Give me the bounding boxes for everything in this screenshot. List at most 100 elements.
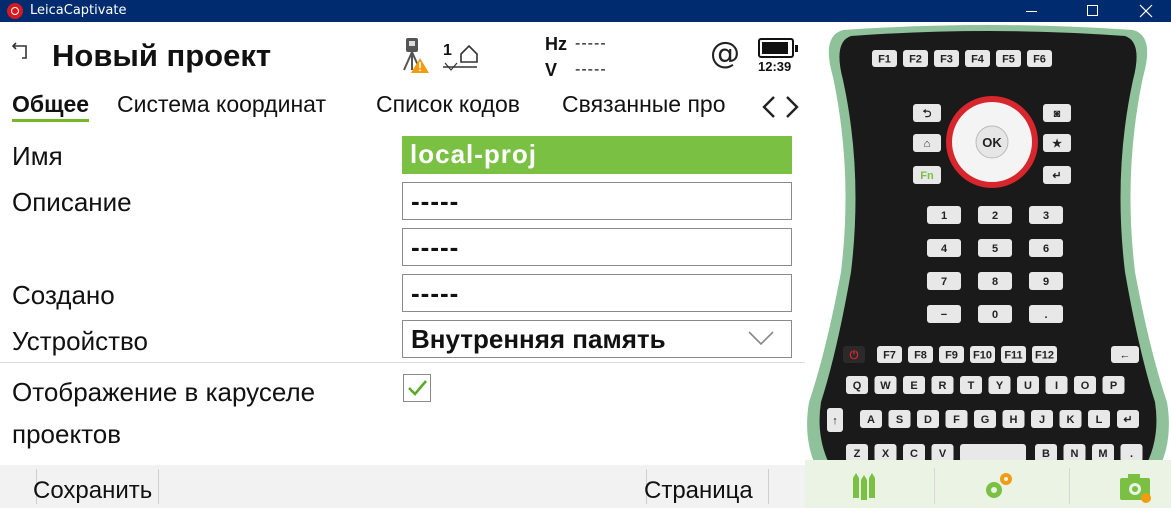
page-button[interactable]: Страница bbox=[644, 465, 753, 508]
hz-label: Hz bbox=[545, 34, 567, 54]
description-field-2[interactable]: ----- bbox=[402, 228, 792, 266]
key-f6[interactable]: F6 bbox=[1027, 50, 1052, 67]
svg-text:8: 8 bbox=[992, 276, 998, 288]
key-f11[interactable]: F11 bbox=[1001, 346, 1026, 363]
key-home[interactable]: ⌂ bbox=[913, 134, 941, 152]
key-f9[interactable]: F9 bbox=[939, 346, 964, 363]
key-camera[interactable]: ◙ bbox=[1043, 104, 1071, 122]
key-num-minus[interactable]: − bbox=[927, 305, 961, 323]
key-power[interactable]: ⏻ bbox=[843, 346, 865, 363]
svg-text:V: V bbox=[939, 448, 947, 460]
key-num-7[interactable]: 7 bbox=[927, 272, 961, 290]
key-w[interactable]: W bbox=[874, 376, 897, 394]
key-f2[interactable]: F2 bbox=[903, 50, 928, 67]
svg-text:↵: ↵ bbox=[1123, 414, 1132, 426]
key-o[interactable]: O bbox=[1074, 376, 1096, 394]
svg-text:I: I bbox=[1055, 380, 1058, 392]
settings-gears-icon[interactable] bbox=[981, 468, 1017, 504]
key-favourite[interactable]: ★ bbox=[1043, 134, 1071, 152]
maximize-button[interactable] bbox=[1070, 0, 1116, 22]
svg-text:O: O bbox=[1081, 380, 1090, 392]
key-f1[interactable]: F1 bbox=[872, 50, 897, 67]
tab-general[interactable]: Общее bbox=[12, 89, 90, 122]
key-r[interactable]: R bbox=[931, 376, 954, 394]
svg-text:A: A bbox=[867, 414, 875, 426]
key-e[interactable]: E bbox=[903, 376, 925, 394]
key-num-9[interactable]: 9 bbox=[1029, 272, 1063, 290]
key-f12[interactable]: F12 bbox=[1032, 346, 1057, 363]
key-l[interactable]: L bbox=[1088, 410, 1110, 428]
key-i[interactable]: I bbox=[1045, 376, 1068, 394]
minimize-button[interactable] bbox=[1009, 0, 1055, 22]
tab-bar: Общее Система координат Список кодов Свя… bbox=[0, 84, 805, 122]
key-num-8[interactable]: 8 bbox=[978, 272, 1012, 290]
key-back[interactable]: ⮌ bbox=[913, 104, 941, 122]
key-d[interactable]: D bbox=[917, 410, 939, 428]
svg-text:⮌: ⮌ bbox=[923, 108, 932, 120]
svg-text:F10: F10 bbox=[973, 350, 992, 362]
key-shift[interactable]: ↑ bbox=[827, 408, 843, 432]
svg-text:M: M bbox=[1098, 448, 1107, 460]
chevron-right-icon[interactable] bbox=[782, 94, 802, 120]
ok-key[interactable]: OK bbox=[982, 135, 1002, 150]
svg-text:N: N bbox=[1071, 448, 1079, 460]
close-button[interactable] bbox=[1123, 0, 1169, 22]
name-field[interactable]: local-proj bbox=[402, 136, 792, 174]
key-f8[interactable]: F8 bbox=[908, 346, 933, 363]
key-u[interactable]: U bbox=[1017, 376, 1039, 394]
pencils-icon[interactable] bbox=[845, 468, 881, 504]
key-letter-enter[interactable]: ↵ bbox=[1117, 410, 1139, 428]
key-num-dot[interactable]: . bbox=[1029, 305, 1063, 323]
description-field-1[interactable]: ----- bbox=[402, 182, 792, 220]
key-j[interactable]: J bbox=[1031, 410, 1053, 428]
svg-text:F9: F9 bbox=[945, 350, 958, 362]
key-enter[interactable]: ↵ bbox=[1043, 166, 1071, 184]
key-q[interactable]: Q bbox=[846, 376, 868, 394]
key-f4[interactable]: F4 bbox=[965, 50, 990, 67]
key-f5[interactable]: F5 bbox=[996, 50, 1021, 67]
key-p[interactable]: P bbox=[1102, 376, 1125, 394]
battery-icon[interactable] bbox=[758, 38, 798, 58]
angle-readout: Hz ----- V ----- bbox=[545, 31, 607, 83]
svg-text:T: T bbox=[968, 380, 975, 392]
connection-status-icon[interactable]: @ bbox=[710, 36, 740, 71]
key-f10[interactable]: F10 bbox=[970, 346, 995, 363]
svg-text:4: 4 bbox=[941, 243, 948, 255]
key-num-4[interactable]: 4 bbox=[927, 239, 961, 257]
key-g[interactable]: G bbox=[974, 410, 996, 428]
carousel-label-line2: проектов bbox=[12, 419, 122, 449]
key-f3[interactable]: F3 bbox=[934, 50, 959, 67]
key-a[interactable]: A bbox=[860, 410, 882, 428]
key-num-3[interactable]: 3 bbox=[1029, 206, 1063, 224]
device-select[interactable]: Внутренняя память bbox=[402, 320, 792, 358]
instrument-warning-icon[interactable] bbox=[398, 36, 430, 74]
key-num-2[interactable]: 2 bbox=[978, 206, 1012, 224]
camera-icon[interactable] bbox=[1117, 468, 1153, 504]
key-backspace[interactable]: ← bbox=[1111, 346, 1139, 363]
save-button[interactable]: Сохранить bbox=[33, 465, 152, 508]
back-icon[interactable] bbox=[10, 38, 34, 62]
tab-code-list[interactable]: Список кодов bbox=[376, 89, 520, 119]
tab-coordinate-system[interactable]: Система координат bbox=[117, 89, 326, 119]
tab-linked[interactable]: Связанные про bbox=[562, 89, 726, 119]
carousel-checkbox[interactable] bbox=[403, 374, 431, 402]
key-s[interactable]: S bbox=[888, 410, 911, 428]
key-f7[interactable]: F7 bbox=[877, 346, 902, 363]
key-k[interactable]: K bbox=[1059, 410, 1082, 428]
project-counter[interactable]: 1 bbox=[443, 42, 479, 72]
clock: 12:39 bbox=[758, 59, 792, 74]
key-t[interactable]: T bbox=[960, 376, 982, 394]
device-keypad: OK F1 F2 F3 F4 F5 F6⮌⌂Fn◙★↵1 2 34 5 67 8 9− 0 .F7 F8 F9… bbox=[807, 25, 1169, 500]
key-num-6[interactable]: 6 bbox=[1029, 239, 1063, 257]
key-num-1[interactable]: 1 bbox=[927, 206, 961, 224]
key-num-0[interactable]: 0 bbox=[978, 305, 1012, 323]
key-fn[interactable]: Fn bbox=[913, 166, 941, 184]
window-title: LeicaCaptivate bbox=[30, 3, 127, 18]
key-num-5[interactable]: 5 bbox=[978, 239, 1012, 257]
key-y[interactable]: Y bbox=[988, 376, 1011, 394]
svg-text:F7: F7 bbox=[883, 350, 896, 362]
key-f[interactable]: F bbox=[945, 410, 968, 428]
key-h[interactable]: H bbox=[1002, 410, 1025, 428]
chevron-left-icon[interactable] bbox=[759, 94, 779, 120]
created-field[interactable]: ----- bbox=[402, 274, 792, 312]
